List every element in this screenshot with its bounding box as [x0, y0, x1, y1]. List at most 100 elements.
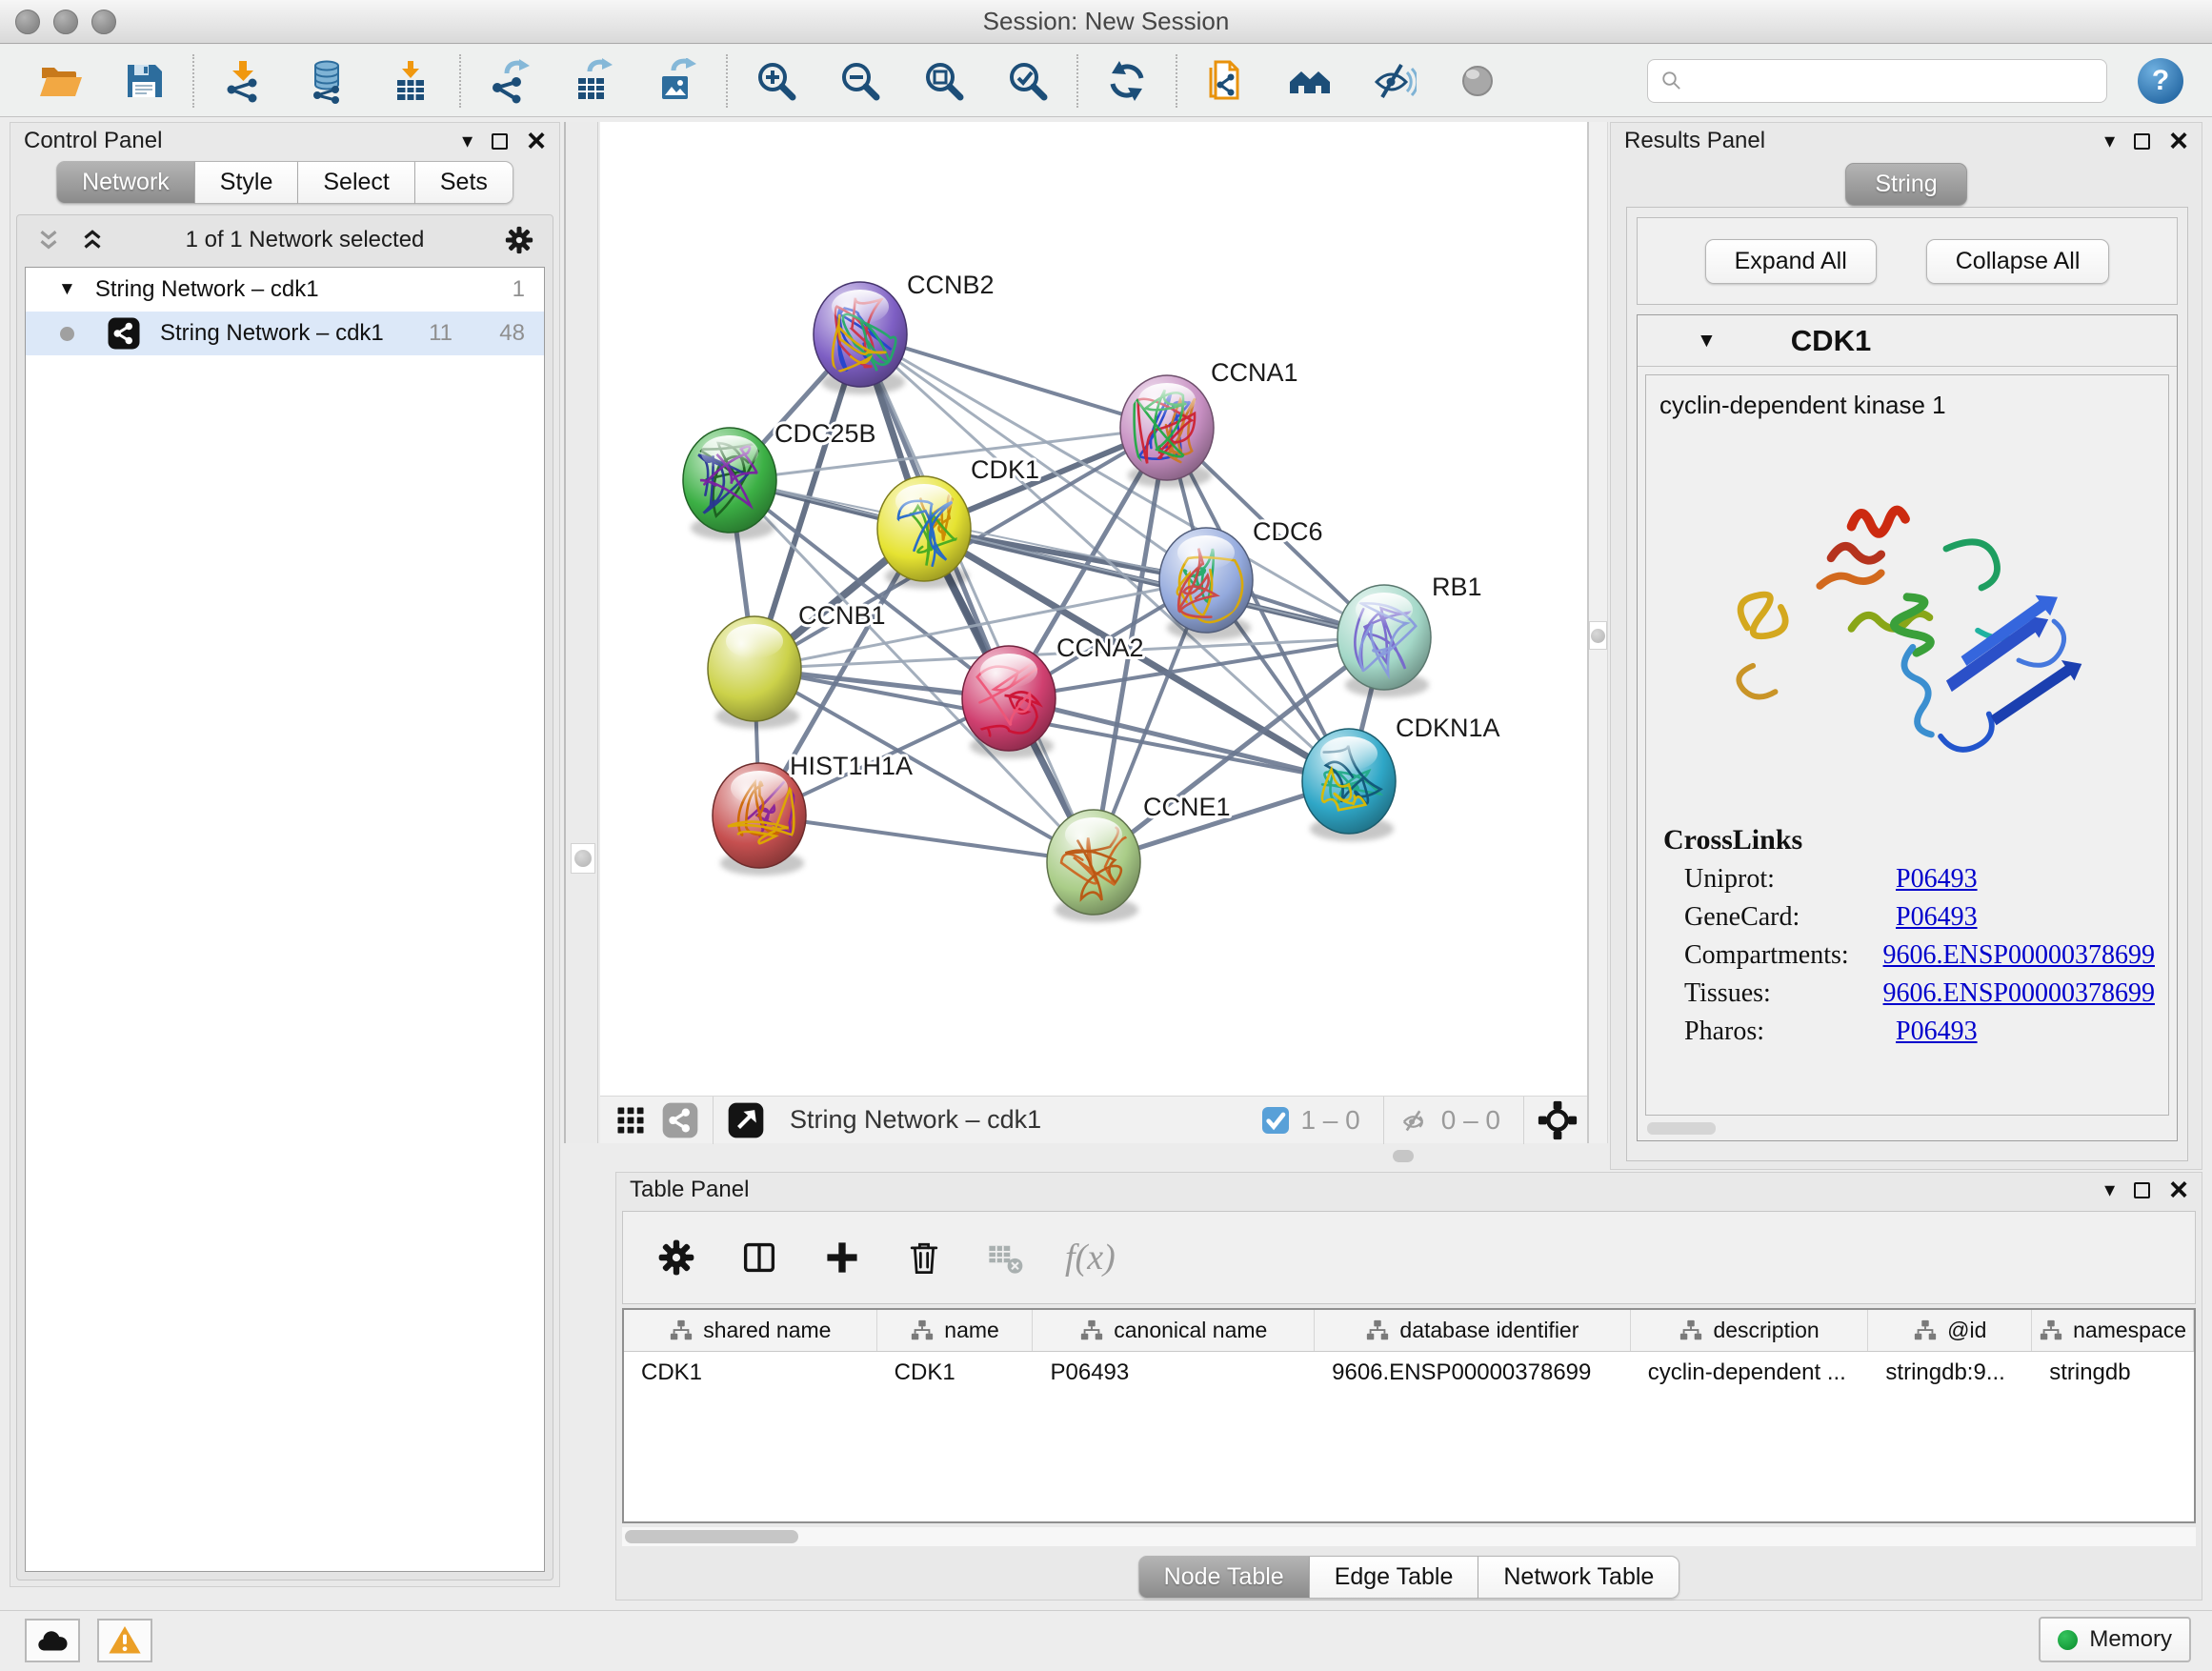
expand-all-button[interactable]: Expand All [1705, 239, 1877, 284]
node-label-CDK1: CDK1 [971, 455, 1039, 484]
tab-select[interactable]: Select [298, 161, 414, 204]
column-header-shared-name[interactable]: shared name [624, 1310, 877, 1351]
network-edges[interactable] [730, 334, 1384, 862]
node-CCNB2[interactable] [814, 282, 907, 394]
import-network-button[interactable] [219, 57, 267, 105]
export-image-icon [654, 58, 700, 104]
gene-disclosure-icon[interactable]: ▼ [1697, 330, 1717, 352]
search-input[interactable] [1686, 62, 2097, 100]
crosslink-value-link[interactable]: P06493 [1896, 902, 1978, 933]
zoom-out-button[interactable] [836, 57, 884, 105]
node-CDC25B[interactable] [683, 428, 776, 540]
zoom-selected-button[interactable] [1004, 57, 1052, 105]
right-splitter[interactable] [1587, 122, 1608, 1143]
zoom-window-button[interactable] [91, 10, 116, 34]
column-header-name[interactable]: name [877, 1310, 1034, 1351]
node-CDKN1A[interactable] [1302, 729, 1396, 841]
column-header-@id[interactable]: @id [1868, 1310, 2032, 1351]
export-image-button[interactable] [654, 57, 701, 105]
right-splitter-grip[interactable] [1589, 621, 1607, 650]
bottom-splitter-grip[interactable] [1393, 1150, 1414, 1162]
hidden-items-icon[interactable] [1398, 1103, 1432, 1137]
float-panel-icon[interactable] [492, 133, 508, 150]
column-header-database-identifier[interactable]: database identifier [1315, 1310, 1631, 1351]
home-button[interactable] [1286, 57, 1334, 105]
column-header-description[interactable]: description [1631, 1310, 1869, 1351]
grid-view-icon[interactable] [613, 1103, 648, 1137]
add-column-icon[interactable] [821, 1237, 863, 1278]
warnings-button[interactable] [97, 1619, 152, 1662]
crosshair-icon[interactable] [1538, 1100, 1578, 1140]
collapse-all-button[interactable]: Collapse All [1926, 239, 2110, 284]
tab-string[interactable]: String [1845, 163, 1966, 206]
disclosure-triangle-icon[interactable]: ▼ [58, 279, 76, 300]
save-session-button[interactable] [120, 57, 168, 105]
column-header-namespace[interactable]: namespace [2032, 1310, 2194, 1351]
collapse-results-icon[interactable]: ▾ [2104, 129, 2115, 153]
table-settings-gear-icon[interactable] [655, 1237, 697, 1278]
node-CCNA1[interactable] [1120, 375, 1214, 488]
import-network-database-button[interactable] [303, 57, 351, 105]
network-graph[interactable]: CCNB2CCNA1CDC25BCDK1CDC6RB1CCNB1CCNA2CDK… [600, 122, 1587, 1096]
collapse-all-networks-icon[interactable] [78, 226, 107, 254]
expand-all-networks-icon[interactable] [34, 226, 63, 254]
table-horizontal-scrollbar[interactable] [622, 1527, 2196, 1546]
help-button[interactable]: ? [2138, 58, 2183, 104]
close-table-icon[interactable]: × [2169, 1180, 2188, 1199]
node-CDK1[interactable] [877, 476, 971, 589]
results-horizontal-scrollbar[interactable] [1647, 1122, 1716, 1135]
open-session-button[interactable] [36, 57, 84, 105]
node-CCNB1[interactable] [708, 616, 801, 729]
node-CCNA2[interactable] [962, 646, 1056, 758]
close-results-icon[interactable]: × [2169, 131, 2188, 151]
export-table-button[interactable] [570, 57, 617, 105]
table-row[interactable]: CDK1CDK1P064939606.ENSP00000378699cyclin… [624, 1352, 2194, 1394]
search-box[interactable] [1647, 59, 2107, 103]
column-header-canonical-name[interactable]: canonical name [1033, 1310, 1315, 1351]
sphere-toggle-button[interactable] [1454, 57, 1501, 105]
network-options-gear-icon[interactable] [503, 224, 535, 256]
memory-button[interactable]: Memory [2039, 1617, 2191, 1662]
left-splitter[interactable] [564, 122, 598, 1143]
share-view-icon[interactable] [661, 1101, 699, 1139]
float-results-icon[interactable] [2134, 133, 2150, 150]
tab-node-table[interactable]: Node Table [1138, 1556, 1310, 1599]
selected-nodes-checkbox[interactable] [1260, 1105, 1291, 1136]
network-document-button[interactable] [1202, 57, 1250, 105]
delete-column-icon[interactable] [903, 1237, 945, 1278]
cloud-status-button[interactable] [25, 1619, 80, 1662]
scrollbar-thumb[interactable] [625, 1530, 798, 1543]
close-window-button[interactable] [15, 10, 40, 34]
import-table-button[interactable] [387, 57, 434, 105]
crosslink-value-link[interactable]: P06493 [1896, 1017, 1978, 1047]
node-CCNE1[interactable] [1047, 810, 1140, 922]
apply-layout-button[interactable] [1103, 57, 1151, 105]
network-canvas[interactable]: CCNB2CCNA1CDC25BCDK1CDC6RB1CCNB1CCNA2CDK… [600, 122, 1587, 1096]
left-splitter-grip[interactable] [571, 843, 595, 874]
tab-sets[interactable]: Sets [415, 161, 513, 204]
collapse-table-icon[interactable]: ▾ [2104, 1178, 2115, 1202]
minimize-window-button[interactable] [53, 10, 78, 34]
gene-entry-header[interactable]: ▼ CDK1 [1638, 315, 2177, 367]
table-cell: CDK1 [624, 1352, 877, 1394]
zoom-in-button[interactable] [753, 57, 800, 105]
birdseye-view-icon[interactable] [727, 1101, 765, 1139]
tab-network-table[interactable]: Network Table [1478, 1556, 1679, 1599]
network-collection-row[interactable]: ▼ String Network – cdk1 1 [26, 268, 544, 312]
export-network-button[interactable] [486, 57, 533, 105]
collapse-panel-icon[interactable]: ▾ [462, 129, 473, 153]
hide-graphics-button[interactable] [1370, 57, 1418, 105]
tab-network[interactable]: Network [56, 161, 195, 204]
node-CDC6[interactable] [1159, 528, 1253, 640]
show-columns-icon[interactable] [737, 1236, 781, 1279]
node-RB1[interactable] [1337, 585, 1431, 697]
tab-style[interactable]: Style [195, 161, 299, 204]
float-table-icon[interactable] [2134, 1182, 2150, 1198]
close-panel-icon[interactable]: × [527, 131, 546, 151]
tab-edge-table[interactable]: Edge Table [1310, 1556, 1479, 1599]
crosslink-value-link[interactable]: P06493 [1896, 864, 1978, 895]
network-row[interactable]: String Network – cdk1 11 48 [26, 312, 544, 355]
zoom-fit-button[interactable] [920, 57, 968, 105]
crosslink-value-link[interactable]: 9606.ENSP00000378699 [1883, 978, 2155, 1009]
crosslink-value-link[interactable]: 9606.ENSP00000378699 [1883, 940, 2155, 971]
